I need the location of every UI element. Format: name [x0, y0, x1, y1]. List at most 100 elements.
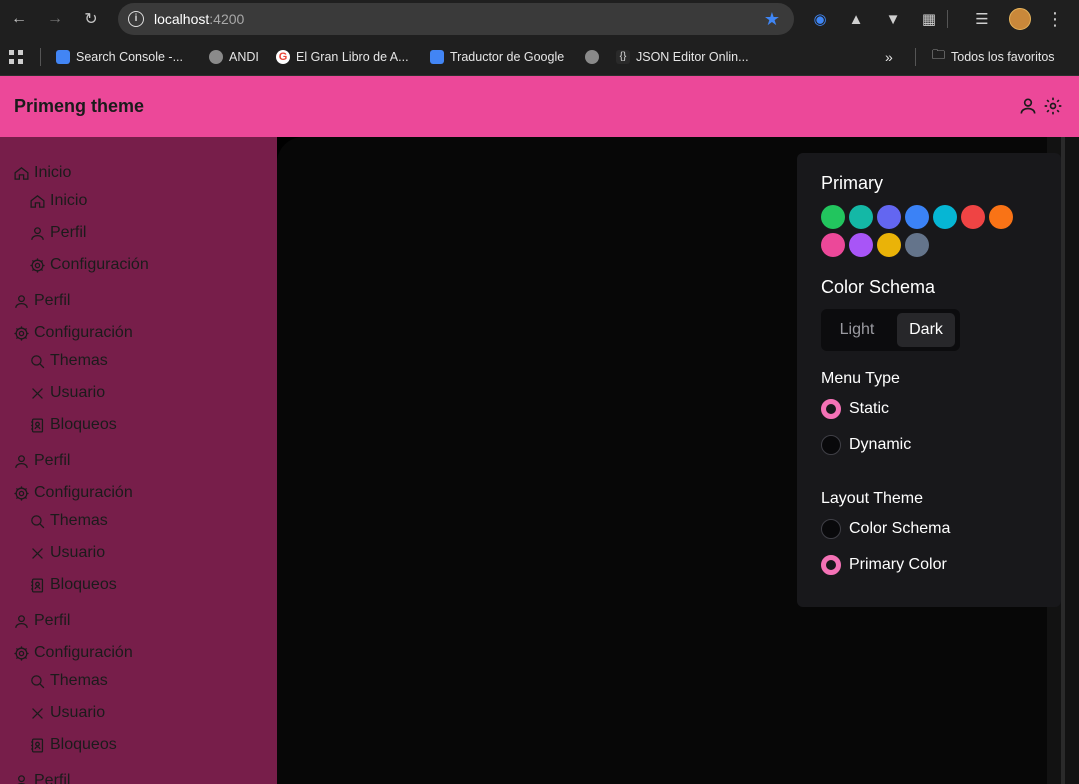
search-icon	[31, 354, 45, 368]
user-icon	[31, 226, 44, 240]
color-swatch[interactable]	[821, 233, 845, 257]
sidebar-item-label: Bloqueos	[50, 416, 117, 433]
sidebar-item-bloqueos[interactable]: Bloqueos	[29, 736, 117, 754]
address-bar[interactable]: i localhost:4200 ★	[118, 3, 794, 35]
bookmark-traductor[interactable]: Traductor de Google	[430, 48, 564, 66]
config-panel: Primary Color Schema Light Dark Menu Typ…	[797, 153, 1061, 607]
sidebar-item-themas[interactable]: Themas	[29, 512, 108, 530]
scrollbar[interactable]	[1061, 137, 1065, 784]
sidebar-item-perfil[interactable]: Perfil	[13, 452, 70, 470]
extension-vue-icon[interactable]: ▼	[883, 9, 903, 29]
color-schema-title: Color Schema	[821, 277, 936, 297]
color-swatch[interactable]	[877, 233, 901, 257]
color-swatch[interactable]	[933, 205, 957, 229]
radio-dynamic[interactable]	[821, 435, 841, 455]
sidebar-item-usuario[interactable]: Usuario	[29, 704, 105, 722]
sidebar-item-label: Bloqueos	[50, 736, 117, 753]
layout-theme-primary-color-option[interactable]: Primary Color	[821, 555, 947, 575]
sidebar-item-label: Bloqueos	[50, 576, 117, 593]
color-swatch[interactable]	[961, 205, 985, 229]
more-menu-icon[interactable]: ⋮	[1045, 9, 1065, 29]
reload-icon[interactable]: ↻	[81, 9, 101, 29]
sidebar-item-configuracin[interactable]: Configuración	[29, 256, 149, 274]
sidebar-item-configuracin[interactable]: Configuración	[13, 324, 133, 342]
extension-angular-icon[interactable]: ▲	[846, 9, 866, 29]
light-mode-button[interactable]: Light	[825, 313, 889, 347]
gear-icon	[14, 645, 29, 661]
sidebar-item-perfil[interactable]: Perfil	[13, 772, 70, 784]
user-icon	[15, 614, 28, 628]
more-bookmarks-icon[interactable]: »	[885, 48, 893, 66]
all-bookmarks-folder[interactable]: 🗀 Todos los favoritos	[932, 47, 1055, 66]
url-text[interactable]: localhost:4200	[154, 11, 244, 27]
layout-theme-color-schema-option[interactable]: Color Schema	[821, 519, 950, 539]
radio-label: Static	[849, 400, 890, 417]
gear-icon[interactable]	[1043, 96, 1063, 116]
color-swatch[interactable]	[905, 205, 929, 229]
sidebar-item-themas[interactable]: Themas	[29, 352, 108, 370]
bookmark-search-console[interactable]: Search Console -...	[56, 48, 183, 66]
bookmarks-divider	[915, 48, 916, 66]
forward-arrow-icon[interactable]: →	[45, 9, 65, 29]
user-icon	[15, 294, 28, 308]
sidebar-item-label: Configuración	[34, 644, 133, 661]
extension-globe-icon[interactable]: ◉	[810, 9, 830, 29]
sidebar-item-usuario[interactable]: Usuario	[29, 544, 105, 562]
radio-primary-color[interactable]	[821, 555, 841, 575]
close-icon	[32, 547, 43, 559]
url-port: :4200	[209, 11, 245, 27]
contact-book-icon	[31, 737, 44, 753]
sidebar-item-label: Perfil	[50, 224, 87, 241]
color-swatch[interactable]	[849, 205, 873, 229]
menu-type-static-option[interactable]: Static	[821, 399, 889, 419]
user-icon	[16, 774, 27, 784]
bookmark-star-icon[interactable]: ★	[764, 9, 780, 30]
app-header: Primeng theme	[0, 76, 1079, 137]
user-icon[interactable]	[1018, 96, 1038, 116]
bookmarks-divider	[40, 48, 41, 66]
sidebar-item-bloqueos[interactable]: Bloqueos	[29, 576, 117, 594]
color-swatch[interactable]	[905, 233, 929, 257]
sidebar-item-perfil[interactable]: Perfil	[29, 224, 86, 242]
sidebar-item-label: Usuario	[50, 544, 106, 561]
back-arrow-icon[interactable]: ←	[9, 9, 29, 29]
contact-book-icon	[31, 417, 44, 433]
sidebar-item-configuracin[interactable]: Configuración	[13, 644, 133, 662]
media-queue-icon[interactable]: ☰	[972, 9, 992, 29]
sidebar-item-label: Configuración	[34, 324, 133, 341]
bookmark-andi[interactable]: ANDI	[209, 48, 259, 66]
color-swatch[interactable]	[821, 205, 845, 229]
color-swatch[interactable]	[849, 233, 873, 257]
bookmark-globe[interactable]	[585, 48, 599, 66]
color-swatch[interactable]	[989, 205, 1013, 229]
sidebar-item-perfil[interactable]: Perfil	[13, 292, 70, 310]
bookmark-gran-libro[interactable]: G El Gran Libro de A...	[276, 48, 409, 66]
menu-type-dynamic-option[interactable]: Dynamic	[821, 435, 911, 455]
radio-static[interactable]	[821, 399, 841, 419]
layout-theme-title: Layout Theme	[821, 490, 923, 507]
menu-type-title: Menu Type	[821, 370, 900, 387]
bookmark-json-editor[interactable]: {} JSON Editor Onlin...	[616, 48, 749, 66]
sidebar-item-inicio[interactable]: Inicio	[29, 192, 87, 210]
extensions-puzzle-icon[interactable]: ▦	[919, 9, 939, 29]
sidebar-item-inicio[interactable]: Inicio	[13, 164, 71, 182]
bookmark-label: Traductor de Google	[450, 50, 565, 64]
sidebar-item-label: Themas	[50, 512, 108, 529]
site-info-icon[interactable]: i	[128, 11, 144, 27]
bookmark-label: ANDI	[229, 50, 259, 64]
dark-mode-button[interactable]: Dark	[897, 313, 955, 347]
user-icon	[15, 454, 28, 468]
gear-icon	[14, 485, 29, 501]
profile-avatar[interactable]	[1009, 8, 1031, 30]
sidebar-item-themas[interactable]: Themas	[29, 672, 108, 690]
radio-color-schema[interactable]	[821, 519, 841, 539]
sidebar-item-perfil[interactable]: Perfil	[13, 612, 70, 630]
google-icon: G	[276, 50, 290, 64]
sidebar-item-bloqueos[interactable]: Bloqueos	[29, 416, 117, 434]
sidebar-item-configuracin[interactable]: Configuración	[13, 484, 133, 502]
primary-title: Primary	[821, 173, 883, 193]
sidebar-item-usuario[interactable]: Usuario	[29, 384, 105, 402]
color-swatch[interactable]	[877, 205, 901, 229]
toolbar-divider	[947, 10, 948, 28]
apps-grid-icon[interactable]	[8, 48, 24, 66]
